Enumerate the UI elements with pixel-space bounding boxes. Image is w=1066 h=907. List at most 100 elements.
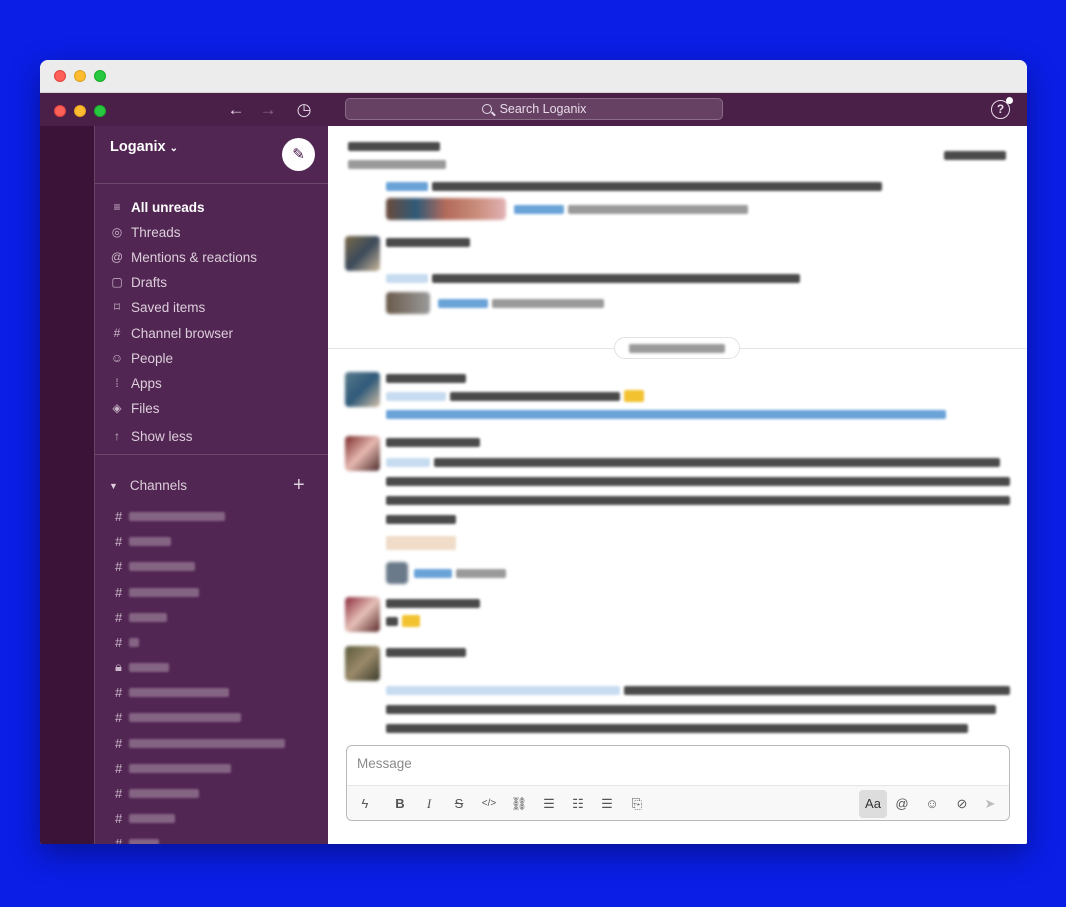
bold-icon[interactable]: B bbox=[391, 795, 409, 813]
nav-label: Drafts bbox=[131, 274, 168, 290]
redacted-mention bbox=[386, 182, 428, 191]
add-channel-icon[interactable]: + bbox=[293, 474, 305, 497]
attachment-paperclip-icon[interactable]: ⊘ bbox=[953, 795, 971, 813]
channel-item[interactable]: # bbox=[115, 607, 167, 627]
channel-name-redacted bbox=[129, 838, 159, 844]
nav-label: Threads bbox=[131, 224, 181, 240]
channel-item[interactable]: # bbox=[115, 833, 159, 844]
formatting-toggle-button[interactable]: Aa bbox=[859, 790, 887, 818]
redacted-text bbox=[624, 686, 1010, 695]
message-pane: Message ϟ B I S </> ⛓︎ ☰ ☷ ☰ ⎘ Aa @ ☺ ⊘ … bbox=[328, 126, 1027, 844]
redacted-text bbox=[450, 392, 620, 401]
message-composer[interactable]: Message ϟ B I S </> ⛓︎ ☰ ☷ ☰ ⎘ Aa @ ☺ ⊘ … bbox=[346, 745, 1010, 821]
code-block-icon[interactable]: ⎘ bbox=[628, 795, 646, 813]
redacted-author bbox=[386, 238, 470, 247]
compose-button[interactable]: ✎ bbox=[282, 138, 315, 171]
nav-people[interactable]: ☺ People bbox=[109, 347, 173, 369]
blockquote-icon[interactable]: ☰ bbox=[598, 795, 616, 813]
avatar[interactable] bbox=[345, 372, 380, 407]
nav-all-unreads[interactable]: ≡ All unreads bbox=[109, 196, 204, 218]
bulleted-list-icon[interactable]: ☷ bbox=[569, 795, 587, 813]
redacted-timestamp bbox=[944, 151, 1006, 160]
avatar[interactable] bbox=[345, 436, 380, 471]
channel-item[interactable]: # bbox=[115, 556, 195, 576]
window-titlebar bbox=[40, 60, 1027, 93]
channel-name-redacted bbox=[129, 738, 285, 748]
drafts-icon: ▢ bbox=[111, 275, 123, 289]
forward-arrow-icon[interactable]: → bbox=[257, 99, 279, 121]
channel-name-redacted bbox=[129, 561, 195, 571]
files-icon: ◈ bbox=[112, 401, 122, 415]
reply-avatars[interactable] bbox=[386, 198, 506, 220]
avatar[interactable] bbox=[345, 236, 380, 271]
message-input[interactable]: Message bbox=[357, 756, 412, 771]
nav-show-less[interactable]: ↑ Show less bbox=[109, 425, 193, 447]
channel-name-redacted bbox=[129, 536, 171, 546]
avatar[interactable] bbox=[345, 597, 380, 632]
link-icon[interactable]: ⛓︎ bbox=[510, 795, 528, 813]
nav-drafts[interactable]: ▢ Drafts bbox=[109, 271, 167, 293]
reaction-pill[interactable] bbox=[386, 536, 456, 550]
redacted-replies-link[interactable] bbox=[414, 569, 452, 578]
redacted-text bbox=[386, 617, 398, 626]
channel-item[interactable]: # bbox=[115, 506, 225, 526]
nav-saved-items[interactable]: ⌑ Saved items bbox=[109, 296, 205, 318]
nav-channel-browser[interactable]: # Channel browser bbox=[109, 322, 233, 344]
channel-item[interactable]: # bbox=[115, 682, 229, 702]
channel-item[interactable]: 🔒︎ bbox=[115, 657, 169, 677]
send-icon[interactable]: ➤ bbox=[981, 795, 999, 813]
redacted-link[interactable] bbox=[386, 410, 946, 419]
nav-threads[interactable]: ◎ Threads bbox=[109, 221, 181, 243]
nav-files[interactable]: ◈ Files bbox=[109, 397, 159, 419]
channel-name-redacted bbox=[129, 662, 169, 672]
reply-avatar[interactable] bbox=[386, 562, 408, 584]
channel-name-redacted bbox=[129, 712, 241, 722]
strikethrough-icon[interactable]: S bbox=[450, 795, 468, 813]
nav-label: Show less bbox=[131, 428, 193, 444]
redacted-link[interactable] bbox=[386, 686, 620, 695]
app-minimize-button[interactable] bbox=[74, 105, 86, 117]
channel-item[interactable]: # bbox=[115, 707, 241, 727]
workspace-menu[interactable]: Loganix ⌄ bbox=[110, 139, 178, 155]
channel-item[interactable]: # bbox=[115, 632, 139, 652]
redacted-replies-link[interactable] bbox=[514, 205, 564, 214]
redacted-text bbox=[492, 299, 604, 308]
window-zoom-button[interactable] bbox=[94, 70, 106, 82]
ordered-list-icon[interactable]: ☰ bbox=[540, 795, 558, 813]
channel-item[interactable]: # bbox=[115, 582, 199, 602]
search-icon bbox=[481, 104, 492, 114]
emoji bbox=[624, 390, 644, 402]
channel-name-redacted bbox=[129, 813, 175, 823]
day-divider-pill[interactable] bbox=[614, 337, 740, 359]
channel-name-redacted bbox=[129, 788, 199, 798]
channel-item[interactable]: # bbox=[115, 808, 175, 828]
channel-item[interactable]: # bbox=[115, 733, 285, 753]
redacted-replies-link[interactable] bbox=[438, 299, 488, 308]
emoji-smile-icon[interactable]: ☺ bbox=[923, 795, 941, 813]
nav-mentions[interactable]: @ Mentions & reactions bbox=[109, 246, 257, 268]
redacted-author bbox=[386, 599, 480, 608]
hash-icon: # bbox=[115, 760, 123, 776]
app-close-button[interactable] bbox=[54, 105, 66, 117]
channels-section-header[interactable]: ▼ Channels bbox=[109, 478, 187, 493]
channel-item[interactable]: # bbox=[115, 783, 199, 803]
reply-avatars[interactable] bbox=[386, 292, 430, 314]
hash-icon: # bbox=[115, 533, 123, 549]
search-placeholder: Search Loganix bbox=[499, 102, 587, 116]
redacted-date bbox=[629, 344, 725, 353]
back-arrow-icon[interactable]: ← bbox=[225, 99, 247, 121]
channel-item[interactable]: # bbox=[115, 758, 231, 778]
history-clock-icon[interactable]: ◷ bbox=[293, 99, 315, 121]
avatar[interactable] bbox=[345, 646, 380, 681]
app-zoom-button[interactable] bbox=[94, 105, 106, 117]
italic-icon[interactable]: I bbox=[420, 795, 438, 813]
channel-name-redacted bbox=[129, 637, 139, 647]
search-bar[interactable]: Search Loganix bbox=[345, 98, 723, 120]
window-close-button[interactable] bbox=[54, 70, 66, 82]
channel-item[interactable]: # bbox=[115, 531, 171, 551]
code-icon[interactable]: </> bbox=[480, 795, 498, 813]
nav-apps[interactable]: ⁞ Apps bbox=[109, 372, 161, 394]
window-minimize-button[interactable] bbox=[74, 70, 86, 82]
mention-at-icon[interactable]: @ bbox=[893, 795, 911, 813]
shortcuts-lightning-icon[interactable]: ϟ bbox=[356, 795, 374, 813]
